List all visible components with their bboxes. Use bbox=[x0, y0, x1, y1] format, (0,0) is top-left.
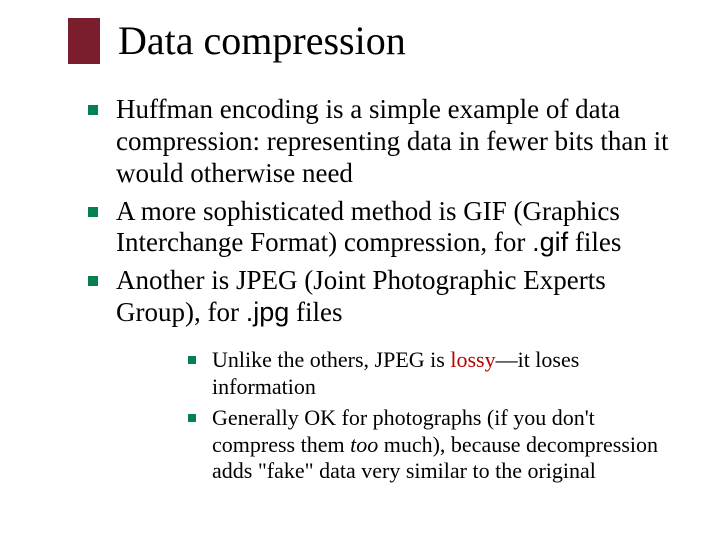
code-text: .gif bbox=[532, 227, 568, 257]
keyword: lossy bbox=[450, 347, 495, 372]
list-item: Huffman encoding is a simple example of … bbox=[82, 94, 680, 190]
text: Another is JPEG (Joint Photographic Expe… bbox=[116, 265, 606, 327]
text: files bbox=[289, 297, 342, 327]
accent-bar bbox=[68, 18, 100, 64]
code-text: .jpg bbox=[246, 297, 290, 327]
list-item: Another is JPEG (Joint Photographic Expe… bbox=[82, 265, 680, 485]
slide: Data compression Huffman encoding is a s… bbox=[0, 0, 720, 540]
emphasis: too bbox=[350, 432, 378, 457]
text: Huffman encoding is a simple example of bbox=[116, 94, 575, 124]
list-item: Generally OK for photographs (if you don… bbox=[184, 405, 680, 485]
sub-bullet-list: Unlike the others, JPEG is lossy—it lose… bbox=[184, 347, 680, 485]
list-item: A more sophisticated method is GIF (Grap… bbox=[82, 196, 680, 260]
bullet-list: Huffman encoding is a simple example of … bbox=[82, 94, 680, 485]
page-title: Data compression bbox=[118, 19, 406, 63]
list-item: Unlike the others, JPEG is lossy—it lose… bbox=[184, 347, 680, 401]
text: files bbox=[568, 227, 621, 257]
text: Unlike the others, JPEG is bbox=[212, 347, 450, 372]
title-row: Data compression bbox=[68, 18, 680, 64]
